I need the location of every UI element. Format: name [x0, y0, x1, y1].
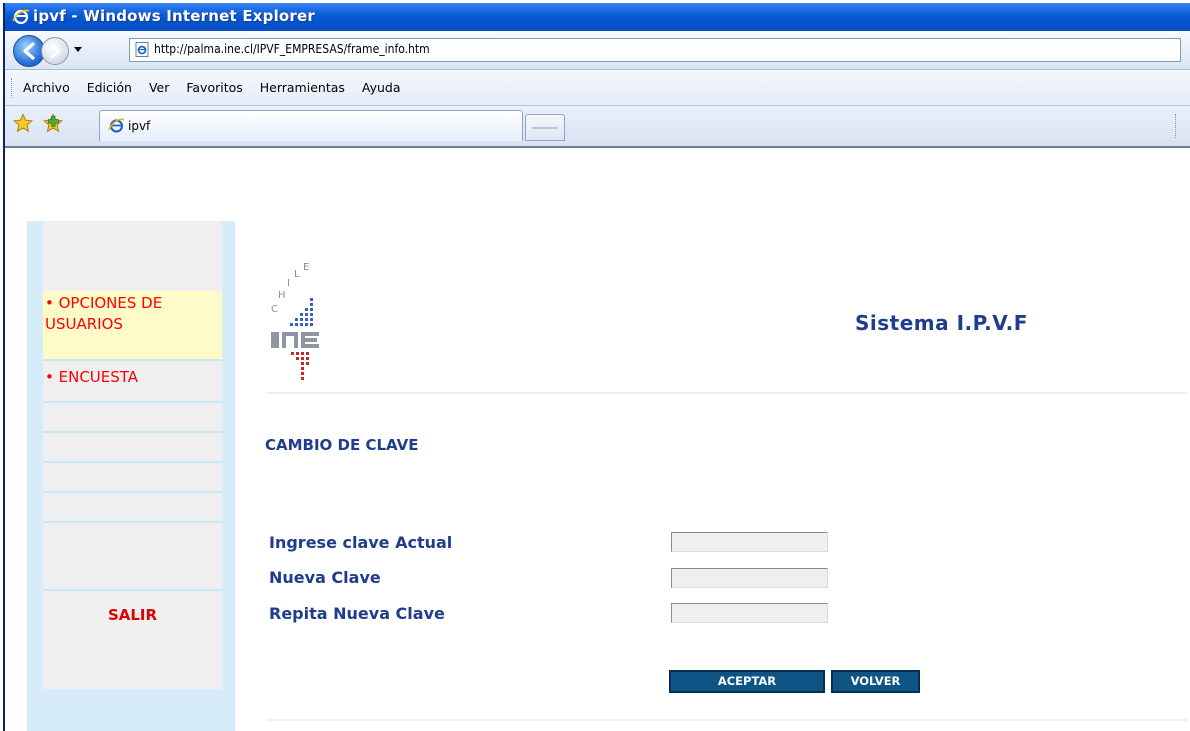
- system-title: Sistema I.P.V.F: [855, 311, 1028, 335]
- sidebar-divider: [43, 431, 222, 433]
- svg-text:I: I: [287, 278, 290, 289]
- internet-explorer-icon: [12, 9, 30, 25]
- section-title: CAMBIO DE CLAVE: [265, 436, 419, 454]
- tab-label: ipvf: [128, 119, 151, 133]
- sidebar-menu: • OPCIONES DE USUARIOS • ENCUESTA SALIR: [43, 221, 222, 689]
- current-password-field[interactable]: [671, 532, 828, 552]
- forward-button[interactable]: [41, 37, 69, 65]
- favorites-star-icon[interactable]: [13, 113, 33, 133]
- current-password-label: Ingrese clave Actual: [269, 533, 453, 552]
- sidebar-item-label: • OPCIONES DE USUARIOS: [45, 294, 163, 333]
- menu-bar: Archivo Edición Ver Favoritos Herramient…: [5, 70, 1190, 106]
- menu-ayuda[interactable]: Ayuda: [362, 80, 401, 95]
- add-favorite-icon[interactable]: [43, 113, 63, 133]
- menu-favoritos[interactable]: Favoritos: [186, 80, 242, 95]
- menu-archivo[interactable]: Archivo: [23, 80, 70, 95]
- url-text: http://palma.ine.cl/IPVF_EMPRESAS/frame_…: [154, 42, 430, 56]
- new-tab-button[interactable]: [525, 114, 565, 141]
- sidebar-divider: [43, 461, 222, 463]
- svg-text:H: H: [278, 290, 286, 301]
- new-password-field[interactable]: [671, 568, 828, 588]
- menu-herramientas[interactable]: Herramientas: [260, 80, 345, 95]
- sidebar-divider: [43, 491, 222, 493]
- svg-text:E: E: [303, 262, 309, 273]
- browser-window: ipvf - Windows Internet Explorer http://…: [3, 3, 1190, 731]
- menu-edicion[interactable]: Edición: [87, 80, 132, 95]
- ine-logo: C H I L E: [271, 262, 319, 380]
- svg-text:C: C: [271, 304, 278, 315]
- svg-text:L: L: [294, 269, 300, 280]
- menu-ver[interactable]: Ver: [149, 80, 169, 95]
- address-bar: http://palma.ine.cl/IPVF_EMPRESAS/frame_…: [5, 31, 1190, 70]
- footer-divider: [267, 719, 1187, 721]
- page-content: • OPCIONES DE USUARIOS • ENCUESTA SALIR …: [5, 148, 1190, 731]
- toolbar-grip-right: [1175, 114, 1176, 138]
- sidebar-divider: [43, 589, 222, 591]
- title-bar[interactable]: ipvf - Windows Internet Explorer: [5, 3, 1190, 31]
- accept-button[interactable]: ACEPTAR: [669, 670, 825, 693]
- sidebar: • OPCIONES DE USUARIOS • ENCUESTA SALIR: [27, 221, 235, 731]
- back-form-button[interactable]: VOLVER: [831, 670, 920, 693]
- sidebar-item-encuesta[interactable]: • ENCUESTA: [43, 361, 222, 403]
- repeat-password-label: Repita Nueva Clave: [269, 604, 445, 623]
- repeat-password-field[interactable]: [671, 603, 828, 623]
- favorites-bar: ipvf: [5, 106, 1190, 148]
- sidebar-item-opciones-de-usuarios[interactable]: • OPCIONES DE USUARIOS: [43, 291, 222, 361]
- header-divider: [267, 392, 1187, 394]
- window-title: ipvf - Windows Internet Explorer: [33, 7, 315, 25]
- forward-arrow-icon: [50, 43, 61, 59]
- recent-pages-dropdown-icon[interactable]: [71, 41, 85, 57]
- sidebar-item-label: • ENCUESTA: [45, 368, 139, 386]
- back-arrow-icon: [23, 42, 35, 60]
- internet-explorer-icon: [108, 118, 125, 133]
- new-password-label: Nueva Clave: [269, 568, 381, 587]
- logout-link[interactable]: SALIR: [43, 606, 222, 624]
- url-field[interactable]: http://palma.ine.cl/IPVF_EMPRESAS/frame_…: [129, 38, 1181, 62]
- sidebar-divider: [43, 521, 222, 523]
- page-ie-icon: [135, 42, 149, 57]
- toolbar-grip: [11, 78, 14, 98]
- tab-ipvf[interactable]: ipvf: [99, 110, 523, 141]
